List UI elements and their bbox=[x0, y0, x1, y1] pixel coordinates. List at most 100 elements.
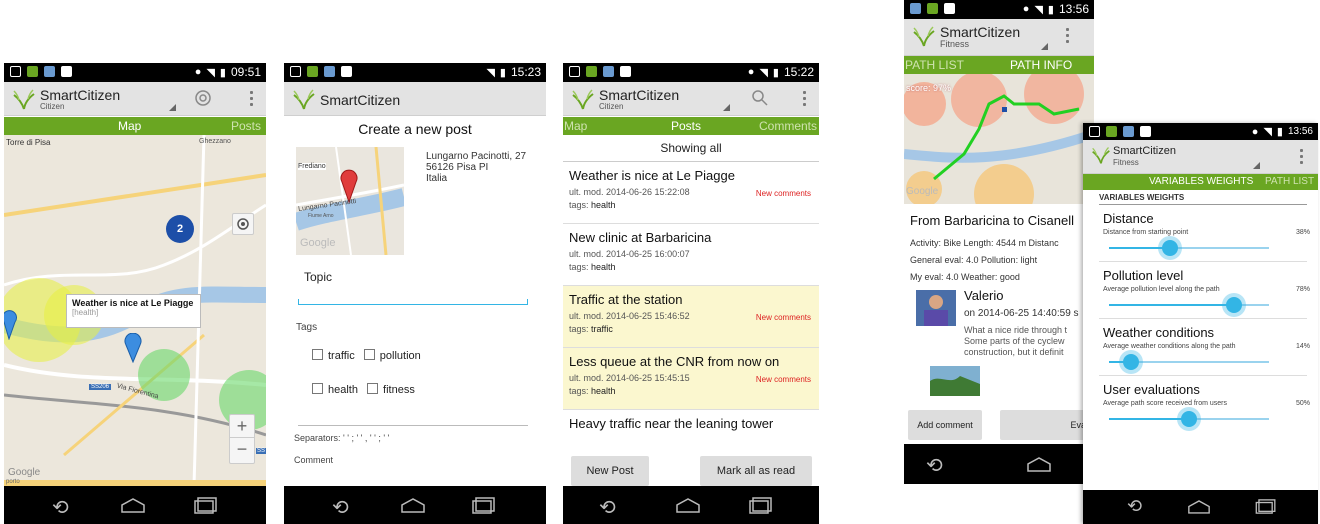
evaluate-button[interactable]: Eva bbox=[1000, 410, 1094, 440]
list-item[interactable]: Heavy traffic near the leaning tower bbox=[563, 410, 819, 437]
map-marker-icon[interactable] bbox=[4, 310, 18, 340]
map-marker-icon[interactable] bbox=[124, 333, 142, 363]
zoom-controls: + − bbox=[229, 414, 255, 464]
address-block: Lungarno Pacinotti, 27 56126 Pisa PI Ita… bbox=[426, 151, 527, 184]
recent-apps-icon[interactable] bbox=[194, 497, 218, 514]
smartcitizen-logo bbox=[913, 26, 935, 47]
weight-desc: Average pollution level along the path bbox=[1103, 286, 1220, 293]
back-icon[interactable]: ⟲ bbox=[926, 453, 943, 478]
battery-icon: ▮ bbox=[1047, 3, 1054, 16]
spinner-arrow-icon[interactable] bbox=[169, 104, 176, 111]
recent-apps-icon[interactable] bbox=[472, 497, 496, 514]
wifi-icon: ◥ bbox=[1034, 3, 1043, 16]
weight-item: Pollution level Average pollution level a… bbox=[1083, 268, 1318, 325]
list-item[interactable]: Traffic at the station ult. mod. 2014-06-… bbox=[563, 286, 819, 348]
list-item[interactable]: Weather is nice at Le Piagge ult. mod. 20… bbox=[563, 162, 819, 224]
tab-map[interactable]: Map bbox=[564, 119, 587, 133]
location-icon: ● bbox=[1022, 3, 1030, 15]
fitness-checkbox[interactable]: fitness bbox=[367, 383, 415, 396]
smartcitizen-logo bbox=[13, 89, 35, 110]
spinner-arrow-icon[interactable] bbox=[1253, 162, 1260, 169]
home-icon[interactable] bbox=[400, 497, 426, 513]
recent-apps-icon[interactable] bbox=[749, 497, 773, 514]
tab-posts[interactable]: Posts bbox=[231, 119, 261, 133]
tab-comments[interactable]: Comments bbox=[759, 119, 817, 133]
battery-icon: ▮ bbox=[1276, 126, 1283, 138]
path-details: Activity: Bike Length: 4544 m Distanc Ge… bbox=[910, 238, 1059, 282]
tab-path-info[interactable]: PATH INFO bbox=[1010, 58, 1072, 72]
overflow-menu-icon[interactable] bbox=[803, 91, 807, 109]
status-bar: ● ◥ ▮ 09:51 bbox=[4, 63, 266, 82]
nav-bar: ⟲ bbox=[4, 486, 266, 524]
list-item[interactable]: Less queue at the CNR from now on ult. mo… bbox=[563, 348, 819, 410]
weight-slider-thumb[interactable] bbox=[1161, 240, 1178, 256]
nav-bar: ⟲ bbox=[563, 486, 819, 524]
location-icon: ● bbox=[1251, 125, 1259, 138]
add-comment-button[interactable]: Add comment bbox=[908, 410, 982, 440]
tab-path-list[interactable]: PATH LIST bbox=[905, 58, 964, 72]
zoom-out-button[interactable]: − bbox=[230, 437, 254, 460]
weight-slider-thumb[interactable] bbox=[1181, 411, 1197, 427]
list-item[interactable]: New clinic at Barbaricina ult. mod. 2014-… bbox=[563, 224, 819, 286]
smartcitizen-logo bbox=[293, 89, 315, 110]
new-post-button[interactable]: New Post bbox=[571, 456, 649, 486]
tag-row-1: traffic pollution bbox=[312, 349, 421, 362]
pollution-checkbox[interactable]: pollution bbox=[363, 349, 421, 362]
overflow-menu-icon[interactable] bbox=[1300, 149, 1304, 167]
spinner-arrow-icon[interactable] bbox=[723, 104, 730, 111]
weight-name: User evaluations bbox=[1103, 382, 1200, 397]
back-icon[interactable]: ⟲ bbox=[332, 495, 349, 520]
location-map[interactable]: Frediano Lungarno Pacinotti Fiume Arno G… bbox=[296, 147, 404, 255]
screen-variables-weights: ● ◥ ▮ 13:56 SmartCitizen Fitness VARIABLES … bbox=[1083, 123, 1318, 524]
traffic-checkbox[interactable]: traffic bbox=[312, 349, 355, 362]
smartcitizen-logo bbox=[572, 89, 594, 110]
home-icon[interactable] bbox=[1026, 456, 1052, 472]
weight-slider-thumb[interactable] bbox=[1225, 297, 1242, 313]
back-icon[interactable]: ⟲ bbox=[1127, 496, 1142, 517]
weight-slider-thumb[interactable] bbox=[1123, 354, 1140, 370]
map-canvas bbox=[904, 74, 1094, 204]
overflow-menu-icon[interactable] bbox=[1066, 28, 1070, 46]
tab-path-list[interactable]: PATH LIST bbox=[1265, 176, 1314, 187]
my-location-button[interactable] bbox=[232, 213, 254, 235]
tab-bar: Map Posts bbox=[4, 117, 266, 135]
new-comments-badge: New comments bbox=[755, 189, 811, 198]
overflow-menu-icon[interactable] bbox=[250, 91, 254, 109]
tab-bar: Map Posts Comments bbox=[563, 117, 819, 135]
tag-row-2: health fitness bbox=[312, 383, 415, 396]
map-view[interactable]: Torre di Pisa Ghezzano SS206 Via Fiorent… bbox=[4, 135, 266, 486]
tab-posts[interactable]: Posts bbox=[671, 119, 701, 133]
home-icon[interactable] bbox=[675, 497, 701, 513]
back-icon[interactable]: ⟲ bbox=[52, 495, 69, 520]
tab-variables-weights[interactable]: VARIABLES WEIGHTS bbox=[1149, 176, 1253, 187]
search-icon[interactable] bbox=[751, 89, 769, 107]
divider bbox=[1099, 318, 1307, 319]
post-title: Less queue at the CNR from now on bbox=[569, 354, 780, 369]
separators-hint: Separators: ' ' ; ' ' , ' ' ; ' ' bbox=[294, 433, 390, 443]
comment-photo[interactable] bbox=[930, 366, 980, 396]
crosshair-icon bbox=[237, 218, 249, 230]
mark-all-read-button[interactable]: Mark all as read bbox=[700, 456, 812, 486]
map-callout[interactable]: Weather is nice at Le Piagge [health] bbox=[66, 294, 201, 328]
landscape-image bbox=[930, 366, 980, 396]
path-map[interactable]: score: 97% Google bbox=[904, 74, 1094, 204]
spinner-arrow-icon[interactable] bbox=[1041, 43, 1048, 50]
nav-bar: ⟲ bbox=[904, 444, 1094, 484]
health-checkbox[interactable]: health bbox=[312, 383, 358, 396]
topic-input[interactable] bbox=[298, 299, 528, 305]
status-bar: ● ◥ ▮ 15:22 bbox=[563, 63, 819, 82]
tab-map[interactable]: Map bbox=[118, 119, 141, 133]
battery-icon: ▮ bbox=[772, 66, 779, 79]
home-icon[interactable] bbox=[1187, 499, 1211, 514]
zoom-in-button[interactable]: + bbox=[230, 415, 254, 437]
action-bar: SmartCitizen Citizen bbox=[4, 82, 266, 116]
weight-percent: 50% bbox=[1295, 400, 1310, 407]
post-list: Weather is nice at Le Piagge ult. mod. 20… bbox=[563, 162, 819, 437]
post-title: Traffic at the station bbox=[569, 292, 683, 307]
avatar bbox=[916, 290, 956, 326]
home-icon[interactable] bbox=[120, 497, 146, 513]
target-icon[interactable] bbox=[194, 89, 212, 107]
cluster-marker[interactable]: 2 bbox=[166, 215, 194, 243]
back-icon[interactable]: ⟲ bbox=[599, 495, 616, 520]
recent-apps-icon[interactable] bbox=[1255, 499, 1277, 514]
